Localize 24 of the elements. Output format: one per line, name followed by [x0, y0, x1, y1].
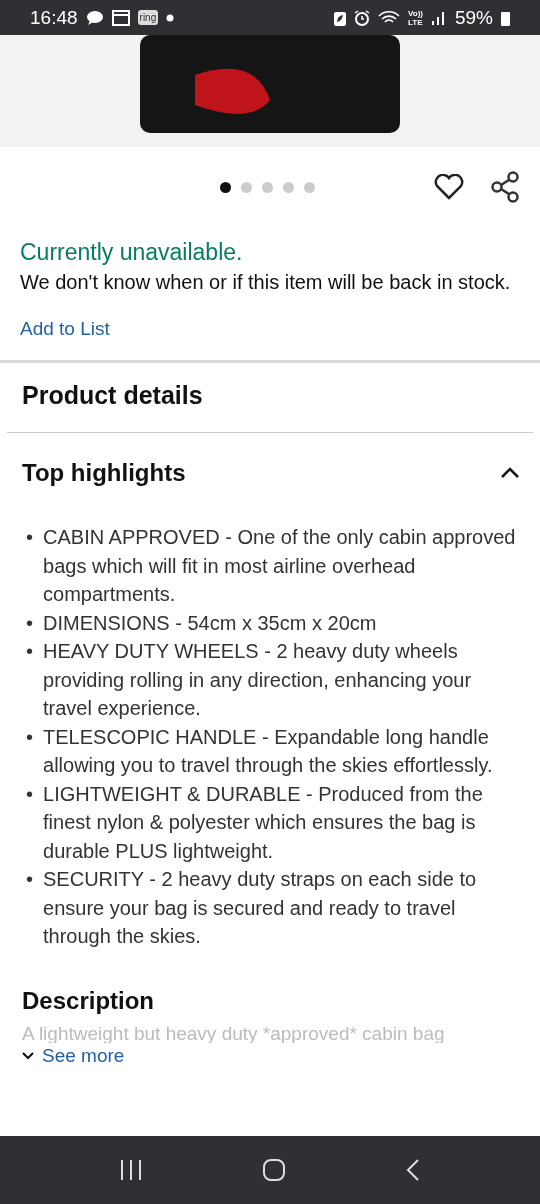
bullet: •	[26, 867, 33, 892]
highlight-item: DIMENSIONS - 54cm x 35cm x 20cm	[43, 610, 377, 636]
availability-message: We don't know when or if this item will be back in stock.	[20, 270, 512, 295]
availability-status: Currently unavailable.	[20, 239, 244, 266]
highlight-item: TELESCOPIC HANDLE - Expandable long handle allowing you to travel through the skies effortlessly.	[43, 724, 494, 778]
clock: 16:48	[30, 6, 78, 29]
app-badge: ring	[137, 10, 159, 25]
volte-label: Vo))	[408, 8, 423, 18]
section-heading: Top highlights	[22, 459, 186, 487]
bullet: •	[26, 525, 33, 550]
lte-label: LTE	[408, 17, 423, 27]
highlight-item: SECURITY - 2 heavy duty straps on each side to ensure your bag is secured and ready to travel through the skies.	[43, 867, 478, 949]
bullet: •	[26, 639, 33, 664]
section-heading: Product details	[21, 380, 204, 411]
section-heading: Description	[22, 986, 156, 1015]
highlight-item: LIGHTWEIGHT & DURABLE - Produced from the finest nylon & polyester which ensures the bag is durable PLUS lightweight.	[43, 781, 484, 864]
highlight-item: CABIN APPROVED - One of the only cabin approved bags which will fit in most airline overhead compartments.	[43, 525, 516, 607]
bullet: •	[26, 724, 33, 750]
see-more-link[interactable]: See more	[22, 1044, 125, 1067]
highlight-item: HEAVY DUTY WHEELS - 2 heavy duty wheels providing rolling in any direction, enhancing your travel experience.	[43, 639, 473, 721]
add-to-list-link[interactable]: Add to List	[20, 318, 110, 340]
bullet: •	[26, 610, 33, 636]
bullet: •	[26, 781, 33, 807]
battery-level: 59%	[454, 6, 493, 29]
